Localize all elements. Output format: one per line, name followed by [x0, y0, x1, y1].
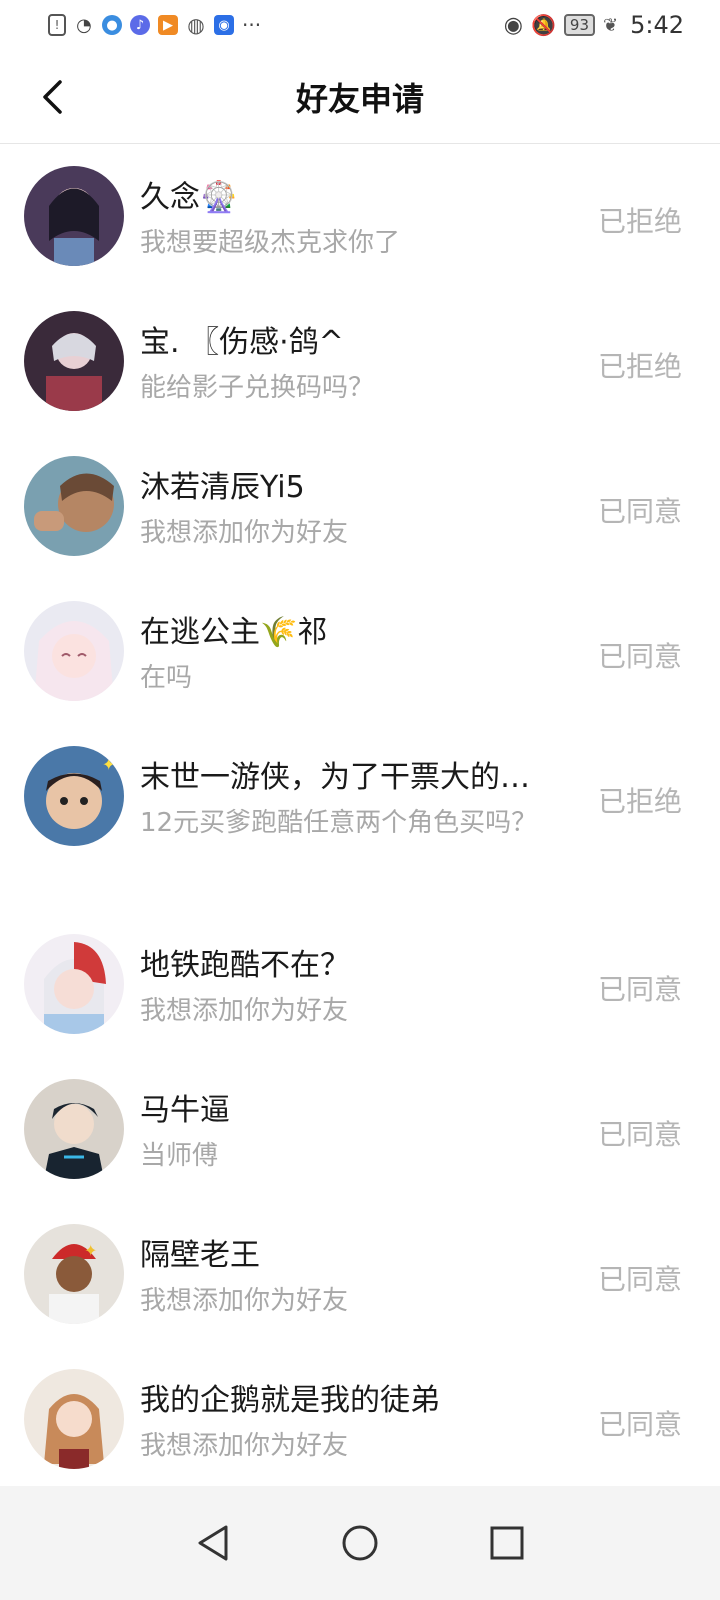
header: 好友申请: [0, 50, 720, 144]
status-bar-right: ◉ 🔕 93 ❦ 5:42: [504, 11, 684, 39]
avatar: [24, 1369, 124, 1469]
request-status: 已拒绝: [597, 205, 682, 238]
request-message: 我想添加你为好友: [140, 1286, 349, 1316]
back-arrow-icon: [43, 80, 62, 114]
status-bar-left: ! ◔ ● ♪ ▶ ◍ ◉ ···: [48, 13, 261, 37]
wechat-icon: ◍: [187, 13, 205, 37]
friend-request-row[interactable]: 久念🎡 我想要超级杰克求你了 已拒绝: [0, 146, 720, 291]
svg-text:✦: ✦: [84, 1241, 97, 1260]
requester-name: 隔壁老王: [140, 1238, 260, 1273]
avatar: ✦: [24, 746, 124, 846]
requester-name: 地铁跑酷不在？: [140, 948, 350, 983]
svg-text:✦: ✦: [102, 755, 115, 774]
requester-name: 马牛逼: [140, 1093, 230, 1128]
battery-icon: 93: [563, 14, 595, 36]
request-message: 在吗: [140, 663, 193, 693]
clock: 5:42: [630, 11, 684, 39]
avatar: [24, 601, 124, 701]
requester-name: 末世一游侠，为了干票大的…: [140, 760, 530, 795]
request-status: 已同意: [597, 640, 682, 673]
requester-name: 沐若清辰Yi5: [140, 470, 305, 505]
requester-name: 久念🎡: [140, 180, 238, 215]
request-status: 已同意: [597, 1118, 682, 1151]
request-message: 12元买爹跑酷任意两个角色买吗？: [140, 808, 538, 838]
nav-home-button[interactable]: [330, 1513, 390, 1573]
friend-request-row[interactable]: ✦ 末世一游侠，为了干票大的… 12元买爹跑酷任意两个角色买吗？ 已拒绝: [0, 726, 720, 914]
avatar: [24, 456, 124, 556]
avatar: [24, 934, 124, 1034]
request-status: 已同意: [597, 495, 682, 528]
requester-name: 宝. 〖伤感·鸽^: [140, 325, 344, 360]
request-status: 已同意: [597, 1263, 682, 1296]
music-icon: ♪: [130, 15, 150, 35]
eye-icon: ◉: [503, 12, 523, 38]
recents-square-icon: [490, 1526, 524, 1560]
back-triangle-icon: [198, 1525, 228, 1561]
avatar: [24, 311, 124, 411]
browser-icon: ●: [102, 15, 122, 35]
system-nav-bar: [0, 1486, 720, 1600]
leaf-icon: ❦: [603, 14, 619, 36]
friend-request-row[interactable]: ✦ 隔壁老王 我想添加你为好友 已同意: [0, 1204, 720, 1349]
avatar: [24, 1079, 124, 1179]
status-bar: ! ◔ ● ♪ ▶ ◍ ◉ ··· ◉ 🔕 93 ❦ 5:42: [0, 0, 720, 50]
request-status: 已同意: [597, 973, 682, 1006]
request-status: 已同意: [597, 1408, 682, 1441]
friend-request-list: 久念🎡 我想要超级杰克求你了 已拒绝 宝. 〖伤感·鸽^ 能给影子兑换码吗？ 已…: [0, 146, 720, 1494]
requester-name: 我的企鹅就是我的徒弟: [140, 1383, 440, 1418]
alert-icon: !: [48, 14, 66, 36]
friend-request-row[interactable]: 地铁跑酷不在？ 我想添加你为好友 已同意: [0, 914, 720, 1059]
request-message: 我想要超级杰克求你了: [140, 228, 401, 258]
home-circle-icon: [342, 1525, 378, 1561]
nav-recents-button[interactable]: [477, 1513, 537, 1573]
avatar: ✦: [24, 1224, 124, 1324]
friend-request-row[interactable]: 我的企鹅就是我的徒弟 我想添加你为好友 已同意: [0, 1349, 720, 1494]
request-message: 我想添加你为好友: [140, 1431, 349, 1461]
page-title: 好友申请: [295, 79, 424, 118]
back-button[interactable]: [28, 72, 78, 122]
request-message: 我想添加你为好友: [140, 996, 349, 1026]
bulb-icon: ◉: [214, 15, 234, 35]
friend-request-row[interactable]: 宝. 〖伤感·鸽^ 能给影子兑换码吗？ 已拒绝: [0, 291, 720, 436]
request-status: 已拒绝: [597, 350, 682, 383]
friend-request-row[interactable]: 在逃公主🌾祁 在吗 已同意: [0, 581, 720, 726]
nav-back-button[interactable]: [183, 1513, 243, 1573]
friend-request-row[interactable]: 沐若清辰Yi5 我想添加你为好友 已同意: [0, 436, 720, 581]
avatar: [24, 166, 124, 266]
request-status: 已拒绝: [597, 785, 682, 818]
wifi-icon: ◔: [76, 14, 92, 36]
request-message: 能给影子兑换码吗？: [140, 373, 375, 403]
request-message: 我想添加你为好友: [140, 518, 349, 548]
requester-name: 在逃公主🌾祁: [140, 615, 328, 650]
mute-icon: 🔕: [531, 13, 556, 37]
request-message: 当师傅: [140, 1141, 219, 1171]
video-icon: ▶: [158, 15, 178, 35]
friend-request-row[interactable]: 马牛逼 当师傅 已同意: [0, 1059, 720, 1204]
more-icon: ···: [242, 13, 262, 37]
